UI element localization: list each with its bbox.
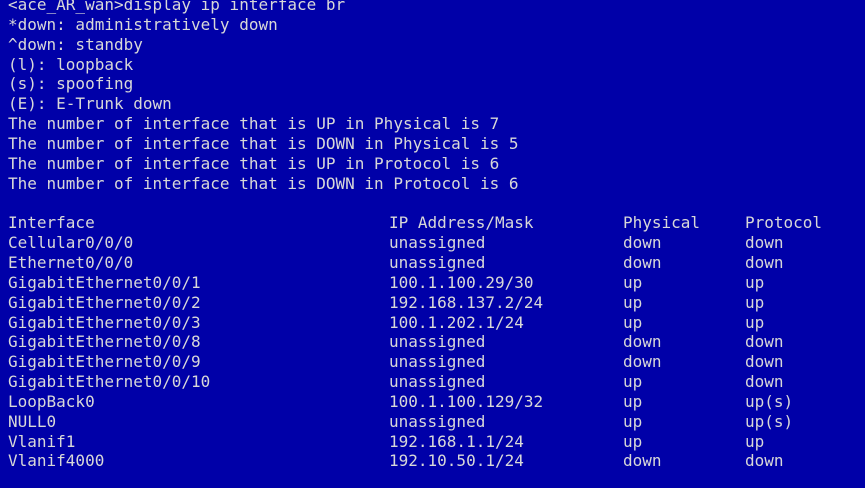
cell-interface: LoopBack0 <box>8 391 95 411</box>
cell-ip-address: unassigned <box>389 233 486 253</box>
cell-ip-address: 192.10.50.1/24 <box>389 451 524 471</box>
cell-interface: Ethernet0/0/0 <box>8 252 134 272</box>
cell-physical: up <box>623 372 643 392</box>
cell-protocol: up <box>745 312 765 332</box>
cell-ip-address: 100.1.100.129/32 <box>389 391 544 411</box>
cell-ip-address: 100.1.202.1/24 <box>389 312 524 332</box>
cell-physical: up <box>623 411 643 431</box>
table-row: GigabitEthernet0/0/10 unassigned up down <box>8 372 857 392</box>
header-interface: Interface <box>8 213 95 233</box>
table-row: NULL0 unassigned up up(s) <box>8 412 857 432</box>
cell-interface: Vlanif1 <box>8 431 76 451</box>
terminal-window[interactable]: <ace_AR_wan>display ip interface br *dow… <box>0 0 865 488</box>
cell-interface: GigabitEthernet0/0/1 <box>8 272 201 292</box>
table-row: Cellular0/0/0 unassigned down down <box>8 233 857 253</box>
cell-ip-address: 100.1.100.29/30 <box>389 272 534 292</box>
table-row: LoopBack0 100.1.100.129/32 up up(s) <box>8 392 857 412</box>
cell-interface: GigabitEthernet0/0/10 <box>8 372 211 392</box>
cell-ip-address: unassigned <box>389 352 486 372</box>
header-protocol: Protocol <box>745 213 823 233</box>
cell-physical: up <box>623 312 643 332</box>
cell-ip-address: unassigned <box>389 252 486 272</box>
cell-interface: GigabitEthernet0/0/9 <box>8 352 201 372</box>
legend-line: (l): loopback <box>8 54 134 74</box>
cell-physical: down <box>623 332 662 352</box>
table-row: GigabitEthernet0/0/9 unassigned down down <box>8 352 857 372</box>
cell-ip-address: unassigned <box>389 332 486 352</box>
table-row: Ethernet0/0/0 unassigned down down <box>8 253 857 273</box>
legend-line: ^down: standby <box>8 34 143 54</box>
cell-physical: down <box>623 252 662 272</box>
header-ip-address: IP Address/Mask <box>389 213 534 233</box>
cell-protocol: up(s) <box>745 391 794 411</box>
cell-physical: down <box>623 233 662 253</box>
summary-line: The number of interface that is DOWN in … <box>8 133 519 153</box>
cell-protocol: down <box>745 451 784 471</box>
table-row: GigabitEthernet0/0/8 unassigned down down <box>8 332 857 352</box>
table-row: Vlanif1 192.168.1.1/24 up up <box>8 432 857 452</box>
cell-protocol: up <box>745 292 765 312</box>
cell-physical: down <box>623 352 662 372</box>
cell-physical: up <box>623 431 643 451</box>
cell-interface: GigabitEthernet0/0/3 <box>8 312 201 332</box>
cell-interface: Cellular0/0/0 <box>8 233 134 253</box>
interface-table-body: Cellular0/0/0 unassigned down down Ethernet0… <box>8 233 857 471</box>
summary-line: The number of interface that is UP in Ph… <box>8 114 500 134</box>
cell-ip-address: 192.168.1.1/24 <box>389 431 524 451</box>
legend-line: (E): E-Trunk down <box>8 94 172 114</box>
cell-physical: down <box>623 451 662 471</box>
cell-protocol: up <box>745 431 765 451</box>
table-row: GigabitEthernet0/0/2 192.168.137.2/24 up up <box>8 293 857 313</box>
cell-protocol: up(s) <box>745 411 794 431</box>
table-row: Vlanif4000 192.10.50.1/24 down down <box>8 451 857 471</box>
summary-line: The number of interface that is UP in Pr… <box>8 153 500 173</box>
cell-interface: NULL0 <box>8 411 57 431</box>
cell-ip-address: 192.168.137.2/24 <box>389 292 544 312</box>
table-header-row: Interface IP Address/Mask Physical Proto… <box>8 213 857 233</box>
terminal-output: <ace_AR_wan>display ip interface br *dow… <box>8 0 857 471</box>
header-physical: Physical <box>623 213 701 233</box>
cell-protocol: down <box>745 252 784 272</box>
legend-line: (s): spoofing <box>8 74 134 94</box>
cell-interface: GigabitEthernet0/0/2 <box>8 292 201 312</box>
command-prompt-line: <ace_AR_wan>display ip interface br <box>8 0 346 14</box>
cell-protocol: down <box>745 233 784 253</box>
legend-line: *down: administratively down <box>8 14 278 34</box>
summary-line: The number of interface that is DOWN in … <box>8 173 519 193</box>
cell-ip-address: unassigned <box>389 411 486 431</box>
cell-ip-address: unassigned <box>389 372 486 392</box>
cell-physical: up <box>623 391 643 411</box>
table-row: GigabitEthernet0/0/3 100.1.202.1/24 up up <box>8 313 857 333</box>
cell-interface: GigabitEthernet0/0/8 <box>8 332 201 352</box>
cell-interface: Vlanif4000 <box>8 451 105 471</box>
table-row: GigabitEthernet0/0/1 100.1.100.29/30 up up <box>8 273 857 293</box>
cell-protocol: down <box>745 352 784 372</box>
cell-physical: up <box>623 272 643 292</box>
cell-protocol: up <box>745 272 765 292</box>
cell-physical: up <box>623 292 643 312</box>
cell-protocol: down <box>745 332 784 352</box>
cell-protocol: down <box>745 372 784 392</box>
